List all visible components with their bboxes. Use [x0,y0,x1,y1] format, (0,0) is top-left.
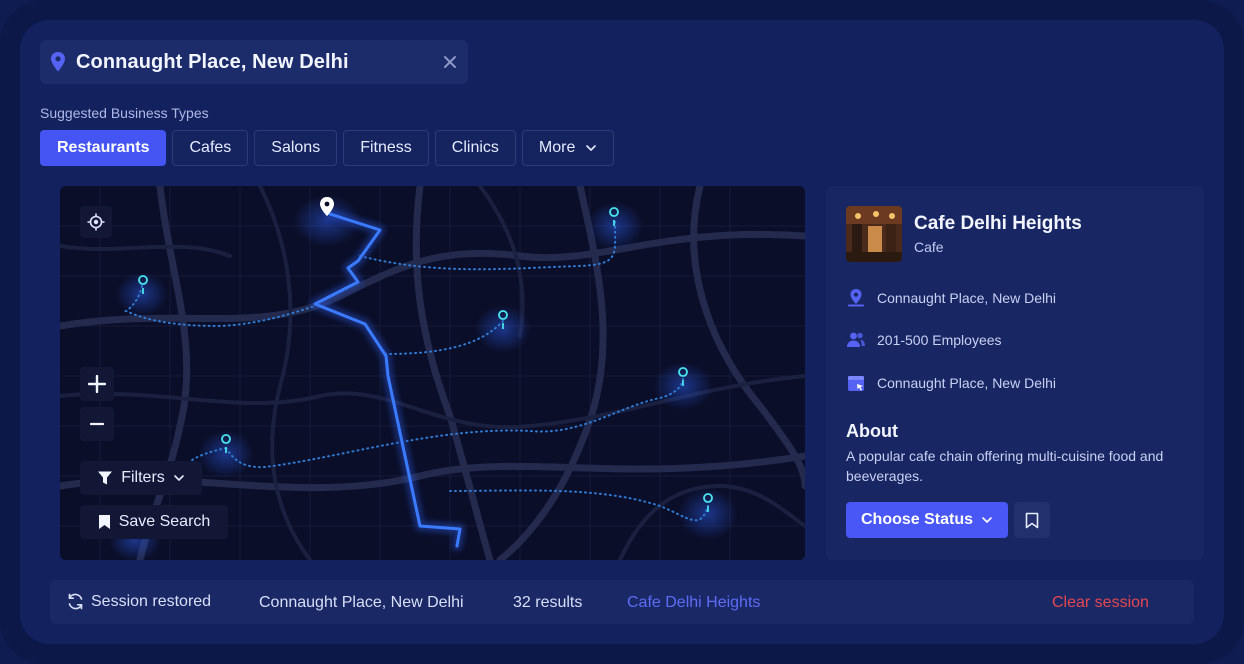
choose-status-label: Choose Status [860,511,973,528]
chevron-down-icon [586,145,597,151]
location-pin-icon [848,289,864,307]
save-search-button[interactable]: Save Search [80,505,228,539]
zoom-in-button[interactable] [80,367,114,401]
close-icon[interactable] [440,52,460,72]
save-search-label: Save Search [118,513,211,530]
map-view[interactable]: Filters Save Search [60,186,805,560]
business-name: Cafe Delhi Heights [914,213,1082,234]
business-address: Connaught Place, New Delhi [877,290,1056,306]
session-status-bar: Session restored Connaught Place, New De… [50,580,1194,624]
crosshair-icon [87,213,105,231]
business-category: Cafe [914,239,944,255]
bookmark-icon [98,515,110,529]
chip-salons[interactable]: Salons [254,130,338,166]
business-detail-card: Cafe Delhi Heights Cafe Connaught Place,… [826,186,1204,560]
filters-button[interactable]: Filters [80,461,202,495]
bookmark-icon [1025,512,1039,528]
locate-me-button[interactable] [80,206,112,238]
employees-row: 201-500 Employees [846,330,1002,350]
filters-label: Filters [121,469,165,486]
chevron-down-icon [173,475,184,481]
minus-icon [90,422,104,426]
clear-session-link[interactable]: Clear session [1052,594,1149,612]
session-restored: Session restored [66,592,211,611]
business-employees: 201-500 Employees [877,332,1002,348]
plus-icon [88,375,106,393]
address-row: Connaught Place, New Delhi [846,288,1056,308]
location-search[interactable]: Connaught Place, New Delhi [40,40,468,84]
status-location: Connaught Place, New Delhi [259,594,464,611]
location-pin-icon [51,52,65,72]
business-type-chips: Restaurants Cafes Salons Fitness Clinics… [40,130,615,166]
chevron-down-icon [982,517,992,523]
chip-restaurants[interactable]: Restaurants [40,130,167,166]
map-canvas [60,186,805,560]
refresh-icon [68,593,83,610]
suggested-types-label: Suggested Business Types [40,105,209,121]
filter-icon [98,471,113,485]
session-restored-text: Session restored [91,592,212,610]
more-dropdown[interactable]: More [521,130,615,166]
zoom-out-button[interactable] [80,407,114,441]
business-thumbnail [846,206,902,262]
more-label: More [538,139,576,156]
about-title: About [846,421,898,441]
chip-fitness[interactable]: Fitness [343,130,429,166]
location-search-value[interactable]: Connaught Place, New Delhi [76,51,349,74]
about-text: A popular cafe chain offering multi-cuis… [846,448,1164,484]
selected-business-link[interactable]: Cafe Delhi Heights [627,594,760,612]
location-row: Connaught Place, New Delhi [846,373,1056,393]
results-count: 32 results [513,594,583,611]
chip-cafes[interactable]: Cafes [172,130,249,166]
storefront-icon [848,376,864,391]
users-icon [847,332,865,347]
business-location: Connaught Place, New Delhi [877,375,1056,391]
bookmark-button[interactable] [1014,502,1050,538]
choose-status-button[interactable]: Choose Status [846,502,1008,538]
chip-clinics[interactable]: Clinics [434,130,516,166]
